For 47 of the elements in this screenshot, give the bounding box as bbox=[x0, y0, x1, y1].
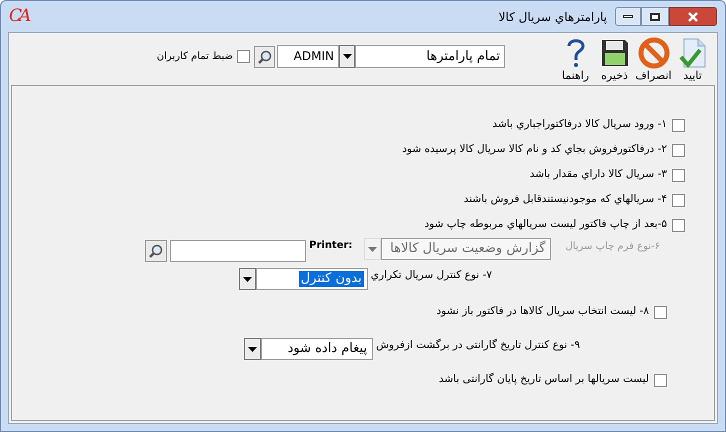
option-label: لیست سریالها بر اساس تاریخ پایان گارانتی باشد bbox=[438, 372, 649, 388]
toolbar-button[interactable]: انصراف bbox=[635, 37, 672, 83]
caret-icon bbox=[248, 346, 258, 352]
checkbox[interactable] bbox=[672, 218, 685, 232]
search-button[interactable] bbox=[145, 240, 168, 262]
toolbar-button[interactable]: ذخیره bbox=[596, 37, 633, 83]
caret-icon bbox=[242, 276, 252, 282]
minimize-button[interactable] bbox=[615, 7, 641, 26]
option-label: ۱- ورود سریال کالا درفاکتوراجباري باشد bbox=[492, 117, 667, 132]
checkbox[interactable] bbox=[672, 144, 685, 156]
option-label: ۲- درفاکتورفروش بجاي کد و نام کالا سریال کالا پرسیده شود bbox=[402, 142, 667, 158]
option-label: ۴- سریالهاي که موجودنیستندقابل فروش باشند bbox=[464, 192, 667, 208]
option-label: ۹- نوع کنترل تاریخ گارانتی در برگشت ازفروش bbox=[376, 338, 580, 353]
printer-label: Printer: bbox=[309, 239, 352, 253]
dropdown-field[interactable]: پیغام داده شود bbox=[261, 338, 374, 360]
toolbar-button[interactable]: راهنما bbox=[557, 37, 594, 83]
checkbox-label: ضبط تمام کاربران bbox=[156, 50, 233, 64]
parameters-combo[interactable]: تمام پارامترها bbox=[355, 45, 505, 68]
checkbox[interactable] bbox=[237, 50, 250, 63]
option-label: ۳- سریال کالا داراي مقدار باشد bbox=[530, 167, 667, 182]
caret-icon bbox=[342, 54, 352, 59]
caret-icon bbox=[368, 246, 378, 252]
checkbox[interactable] bbox=[672, 168, 685, 182]
close-button[interactable] bbox=[669, 7, 717, 26]
checkbox[interactable] bbox=[654, 306, 667, 318]
option-label: ۷- نوع کنترل سریال تکراري bbox=[370, 268, 492, 283]
printer-field[interactable] bbox=[170, 240, 306, 262]
checkbox[interactable] bbox=[672, 194, 685, 206]
user-combo[interactable]: ADMIN bbox=[277, 45, 339, 68]
checkbox[interactable] bbox=[672, 118, 685, 132]
question-mark-icon bbox=[564, 37, 586, 69]
close-icon bbox=[687, 12, 699, 22]
option-label: ۶-نوع فرم چاپ سریال bbox=[565, 240, 660, 254]
dropdown-field[interactable]: بدون کنترل bbox=[256, 268, 368, 290]
page-check-icon bbox=[678, 37, 708, 69]
toolbar-button[interactable]: تایید bbox=[674, 37, 711, 83]
option-label: ۸- لیست انتخاب سریال کالاها در فاکتور باز نشود bbox=[436, 304, 649, 320]
dropdown-button[interactable] bbox=[339, 45, 355, 68]
option-label: ۵-بعد از چاپ فاکتور لیست سریالهاي مربوطه چاپ شود bbox=[424, 217, 667, 232]
window-title: پارامترهاي سریال کالا bbox=[498, 8, 607, 26]
prohibited-icon bbox=[638, 37, 670, 69]
maximize-button[interactable] bbox=[641, 7, 669, 26]
checkbox[interactable] bbox=[654, 374, 667, 386]
dropdown-button[interactable] bbox=[244, 338, 262, 360]
search-button[interactable] bbox=[254, 46, 275, 68]
dropdown-button[interactable] bbox=[238, 268, 256, 290]
app-logo: CA bbox=[9, 4, 28, 28]
